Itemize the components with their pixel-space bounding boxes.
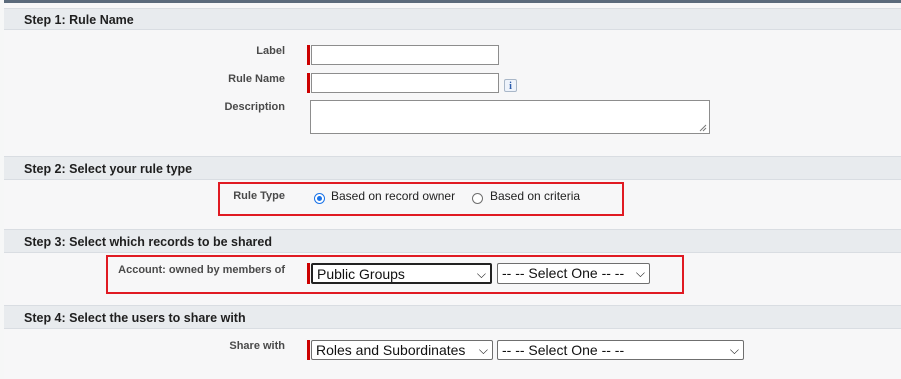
rule-name-field-label: Rule Name <box>228 73 285 85</box>
group-select-value: -- -- Select One -- -- <box>502 265 625 281</box>
label-field-label: Label <box>256 45 285 57</box>
resize-handle-icon[interactable] <box>699 124 707 132</box>
step2-title: Step 2: Select your rule type <box>24 162 193 176</box>
rule-type-label: Rule Type <box>233 190 285 202</box>
sharing-rule-form: Step 1: Rule Name Label Rule Name i Desc… <box>4 0 901 379</box>
chevron-down-icon: ⌵ <box>635 266 645 280</box>
rule-name-input[interactable] <box>311 73 499 93</box>
label-input[interactable] <box>311 45 499 65</box>
description-textarea[interactable] <box>310 100 710 134</box>
share-type-select[interactable]: Roles and Subordinates ⌵ <box>311 340 493 360</box>
info-icon[interactable]: i <box>504 79 517 92</box>
chevron-down-icon: ⌵ <box>729 343 739 357</box>
required-indicator <box>307 73 310 93</box>
step4-header: Step 4: Select the users to share with <box>4 305 901 329</box>
radio-criteria-label[interactable]: Based on criteria <box>490 189 580 203</box>
group-select[interactable]: -- -- Select One -- -- ⌵ <box>497 263 650 284</box>
group-type-select[interactable]: Public Groups ⌵ <box>311 263 492 284</box>
owned-by-label: Account: owned by members of <box>118 264 285 276</box>
group-type-select-value: Public Groups <box>317 266 405 282</box>
step2-header: Step 2: Select your rule type <box>4 156 901 180</box>
step4-title: Step 4: Select the users to share with <box>24 311 246 325</box>
step3-header: Step 3: Select which records to be share… <box>4 229 901 253</box>
share-target-select[interactable]: -- -- Select One -- -- ⌵ <box>497 340 744 360</box>
share-with-label: Share with <box>229 340 285 352</box>
step3-title: Step 3: Select which records to be share… <box>24 235 272 249</box>
required-indicator <box>307 263 310 284</box>
radio-criteria[interactable] <box>472 193 483 204</box>
radio-record-owner-label[interactable]: Based on record owner <box>331 189 455 203</box>
required-indicator <box>307 45 310 65</box>
chevron-down-icon: ⌵ <box>476 267 486 281</box>
info-icon-glyph: i <box>509 81 512 92</box>
step1-title: Step 1: Rule Name <box>24 13 134 27</box>
chevron-down-icon: ⌵ <box>478 343 488 357</box>
description-field-label: Description <box>224 101 285 113</box>
share-type-select-value: Roles and Subordinates <box>316 342 466 358</box>
required-indicator <box>307 340 310 360</box>
step1-header: Step 1: Rule Name <box>4 8 901 30</box>
share-target-select-value: -- -- Select One -- -- <box>502 342 625 358</box>
radio-record-owner[interactable] <box>314 193 325 204</box>
